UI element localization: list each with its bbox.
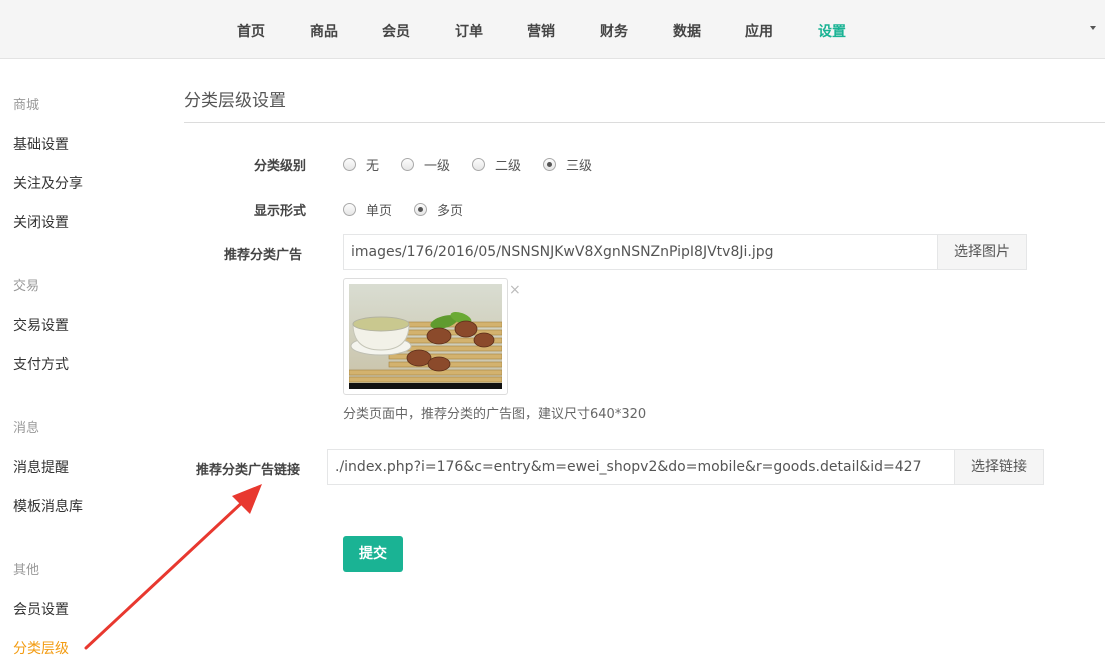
sidebar: 商城 基础设置 关注及分享 关闭设置 交易 交易设置 支付方式 消息 消息提醒 … <box>0 59 160 662</box>
nav-item-members[interactable]: 会员 <box>382 21 410 41</box>
annotation-arrow <box>84 484 262 650</box>
sidebar-item-member-settings[interactable]: 会员设置 <box>13 599 69 619</box>
sidebar-group-title: 商城 <box>13 98 40 113</box>
nav-item-settings[interactable]: 设置 <box>818 21 846 41</box>
radio-level-one[interactable]: 一级 <box>401 155 450 174</box>
radio-display-single[interactable]: 单页 <box>343 200 392 219</box>
choose-image-button[interactable]: 选择图片 <box>937 234 1027 270</box>
sidebar-item-payment-methods[interactable]: 支付方式 <box>13 354 69 374</box>
arrow-head-icon <box>232 484 262 514</box>
ad-image-thumbnail <box>348 284 503 389</box>
sidebar-item-category-levels[interactable]: 分类层级 <box>13 638 69 658</box>
sidebar-group-title: 其他 <box>13 563 40 578</box>
nav-item-finance[interactable]: 财务 <box>600 21 628 41</box>
ad-image-path-input[interactable]: images/176/2016/05/NSNSNJKwV8XgnNSNZnPip… <box>343 234 938 270</box>
sidebar-item-template-messages[interactable]: 模板消息库 <box>13 496 83 516</box>
display-label: 显示形式 <box>254 204 307 219</box>
radio-label: 单页 <box>366 204 393 219</box>
radio-label: 多页 <box>437 204 464 219</box>
sidebar-item-basic-settings[interactable]: 基础设置 <box>13 134 69 154</box>
sidebar-item-trade-settings[interactable]: 交易设置 <box>13 315 69 335</box>
radio-label: 无 <box>366 159 380 174</box>
submit-button[interactable]: 提交 <box>343 536 403 572</box>
nav-item-data[interactable]: 数据 <box>673 21 701 41</box>
radio-label: 三级 <box>566 159 593 174</box>
sidebar-item-close-settings[interactable]: 关闭设置 <box>13 212 69 232</box>
radio-icon[interactable] <box>343 203 356 216</box>
sidebar-group-title: 消息 <box>13 421 40 436</box>
ad-link-input[interactable]: ./index.php?i=176&c=entry&m=ewei_shopv2&… <box>327 449 955 485</box>
ad-image-preview <box>343 278 508 395</box>
nav-item-orders[interactable]: 订单 <box>455 21 483 41</box>
ad-link-label: 推荐分类广告链接 <box>196 463 301 478</box>
radio-level-two[interactable]: 二级 <box>472 155 521 174</box>
radio-checked-icon[interactable] <box>414 203 427 216</box>
radio-display-multi[interactable]: 多页 <box>414 200 463 219</box>
sidebar-group-title: 交易 <box>13 279 40 294</box>
sidebar-item-message-reminder[interactable]: 消息提醒 <box>13 457 69 477</box>
page-title: 分类层级设置 <box>184 91 286 111</box>
radio-icon[interactable] <box>472 158 485 171</box>
sidebar-item-follow-share[interactable]: 关注及分享 <box>13 173 83 193</box>
radio-checked-icon[interactable] <box>543 158 556 171</box>
choose-link-button[interactable]: 选择链接 <box>954 449 1044 485</box>
nav-item-marketing[interactable]: 营销 <box>527 21 555 41</box>
level-label: 分类级别 <box>254 159 307 174</box>
radio-icon[interactable] <box>401 158 414 171</box>
radio-level-three[interactable]: 三级 <box>543 155 592 174</box>
remove-image-icon[interactable]: × <box>509 282 521 298</box>
ad-image-help-text: 分类页面中，推荐分类的广告图，建议尺寸640*320 <box>343 407 647 422</box>
radio-label: 一级 <box>424 159 451 174</box>
title-divider <box>184 122 1105 123</box>
ad-image-label: 推荐分类广告 <box>224 248 303 263</box>
radio-label: 二级 <box>495 159 522 174</box>
nav-item-home[interactable]: 首页 <box>237 21 265 41</box>
radio-level-none[interactable]: 无 <box>343 155 379 174</box>
nav-item-apps[interactable]: 应用 <box>745 21 773 41</box>
radio-icon[interactable] <box>343 158 356 171</box>
top-nav-bar: 首页 商品 会员 订单 营销 财务 数据 应用 设置 <box>0 0 1105 59</box>
dropdown-caret-icon[interactable] <box>1090 26 1096 30</box>
nav-item-goods[interactable]: 商品 <box>310 21 338 41</box>
